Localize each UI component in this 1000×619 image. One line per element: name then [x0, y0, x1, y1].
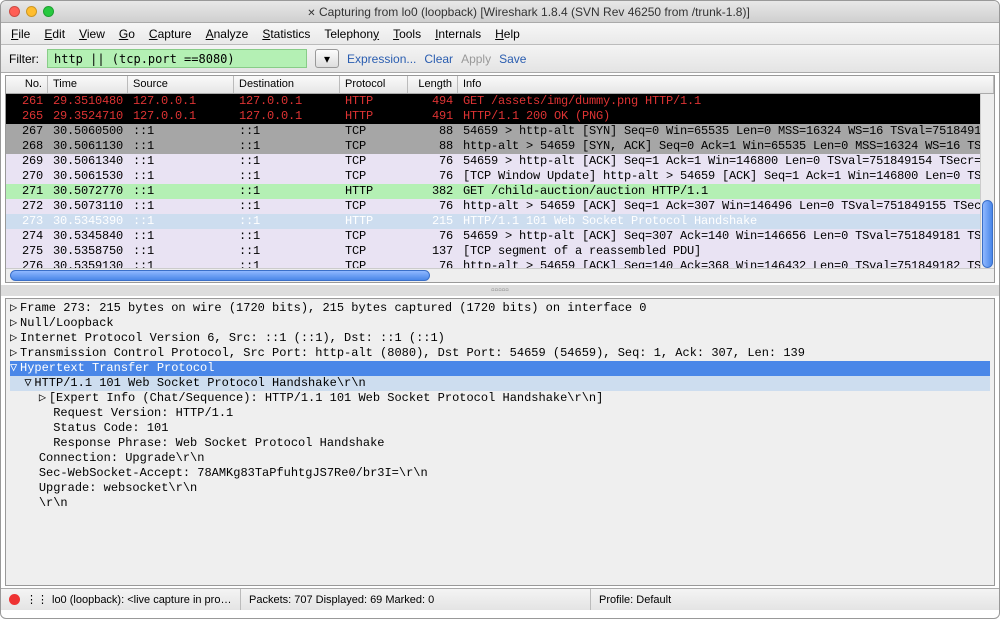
vertical-scrollbar[interactable]: [980, 94, 994, 268]
col-protocol[interactable]: Protocol: [340, 76, 408, 93]
menubar: File Edit View Go Capture Analyze Statis…: [1, 23, 999, 45]
col-destination[interactable]: Destination: [234, 76, 340, 93]
filter-label: Filter:: [9, 52, 39, 66]
expand-icon[interactable]: ▷: [10, 346, 20, 361]
collapse-icon[interactable]: ▽: [24, 376, 34, 391]
table-row[interactable]: 27230.5073110::1::1TCP76http-alt > 54659…: [6, 199, 994, 214]
tree-tcp[interactable]: ▷Transmission Control Protocol, Src Port…: [10, 346, 990, 361]
expand-icon[interactable]: ▷: [10, 301, 20, 316]
tree-req-ver[interactable]: Request Version: HTTP/1.1: [10, 406, 990, 421]
menu-tools[interactable]: Tools: [393, 27, 421, 41]
tree-null[interactable]: ▷Null/Loopback: [10, 316, 990, 331]
menu-file[interactable]: File: [11, 27, 30, 41]
tree-crlf[interactable]: \r\n: [10, 496, 990, 511]
packet-details-pane[interactable]: ▷Frame 273: 215 bytes on wire (1720 bits…: [5, 298, 995, 586]
menu-statistics[interactable]: Statistics: [262, 27, 310, 41]
zoom-icon[interactable]: [43, 6, 54, 17]
col-length[interactable]: Length: [408, 76, 458, 93]
tree-resp-phrase[interactable]: Response Phrase: Web Socket Protocol Han…: [10, 436, 990, 451]
tree-expert[interactable]: ▷[Expert Info (Chat/Sequence): HTTP/1.1 …: [10, 391, 990, 406]
record-icon[interactable]: [9, 594, 20, 605]
packet-list-header[interactable]: No. Time Source Destination Protocol Len…: [6, 76, 994, 94]
col-time[interactable]: Time: [48, 76, 128, 93]
col-info[interactable]: Info: [458, 76, 994, 93]
status-profile[interactable]: Profile: Default: [591, 589, 999, 610]
menu-telephony[interactable]: Telephony: [324, 27, 379, 41]
tree-connection[interactable]: Connection: Upgrade\r\n: [10, 451, 990, 466]
close-icon[interactable]: [9, 6, 20, 17]
pane-resize-handle[interactable]: ▫▫▫▫▫: [1, 285, 999, 296]
table-row[interactable]: 26830.5061130::1::1TCP88http-alt > 54659…: [6, 139, 994, 154]
expand-icon[interactable]: ▷: [10, 316, 20, 331]
menu-go[interactable]: Go: [119, 27, 135, 41]
save-button[interactable]: Save: [499, 52, 526, 66]
tree-status-code[interactable]: Status Code: 101: [10, 421, 990, 436]
table-row[interactable]: 26129.3510480127.0.0.1127.0.0.1HTTP494GE…: [6, 94, 994, 109]
apply-button[interactable]: Apply: [461, 52, 491, 66]
tree-sec[interactable]: Sec-WebSocket-Accept: 78AMKg83TaPfuhtgJS…: [10, 466, 990, 481]
tree-http[interactable]: ▽Hypertext Transfer Protocol: [10, 361, 990, 376]
status-packets: Packets: 707 Displayed: 69 Marked: 0: [241, 589, 591, 610]
menu-view[interactable]: View: [79, 27, 105, 41]
table-row[interactable]: 27430.5345840::1::1TCP7654659 > http-alt…: [6, 229, 994, 244]
tree-frame[interactable]: ▷Frame 273: 215 bytes on wire (1720 bits…: [10, 301, 990, 316]
table-row[interactable]: 27130.5072770::1::1HTTP382GET /child-auc…: [6, 184, 994, 199]
table-row[interactable]: 27330.5345390::1::1HTTP215HTTP/1.1 101 W…: [6, 214, 994, 229]
menu-internals[interactable]: Internals: [435, 27, 481, 41]
minimize-icon[interactable]: [26, 6, 37, 17]
collapse-icon[interactable]: ▽: [10, 361, 20, 376]
expand-icon[interactable]: ▷: [10, 331, 20, 346]
col-source[interactable]: Source: [128, 76, 234, 93]
status-interface: lo0 (loopback): <live capture in pro…: [52, 594, 231, 606]
table-row[interactable]: 26730.5060500::1::1TCP8854659 > http-alt…: [6, 124, 994, 139]
filter-dropdown[interactable]: ▾: [315, 49, 339, 68]
col-no[interactable]: No.: [6, 76, 48, 93]
menu-edit[interactable]: Edit: [44, 27, 65, 41]
horizontal-scrollbar[interactable]: [6, 268, 994, 282]
chevron-down-icon: ▾: [324, 52, 330, 66]
expand-icon[interactable]: ▷: [39, 391, 49, 406]
table-row[interactable]: 26529.3524710127.0.0.1127.0.0.1HTTP491HT…: [6, 109, 994, 124]
clear-button[interactable]: Clear: [424, 52, 453, 66]
tree-ip[interactable]: ▷Internet Protocol Version 6, Src: ::1 (…: [10, 331, 990, 346]
filter-input[interactable]: [47, 49, 307, 68]
table-row[interactable]: 26930.5061340::1::1TCP7654659 > http-alt…: [6, 154, 994, 169]
menu-help[interactable]: Help: [495, 27, 520, 41]
packet-list-pane: No. Time Source Destination Protocol Len…: [5, 75, 995, 283]
tree-upgrade[interactable]: Upgrade: websocket\r\n: [10, 481, 990, 496]
menu-capture[interactable]: Capture: [149, 27, 192, 41]
window-title: ✕ Capturing from lo0 (loopback) [Wiresha…: [66, 5, 991, 19]
menu-analyze[interactable]: Analyze: [206, 27, 249, 41]
statusbar: ⋮⋮ lo0 (loopback): <live capture in pro……: [1, 588, 999, 610]
table-row[interactable]: 27530.5358750::1::1TCP137[TCP segment of…: [6, 244, 994, 259]
tree-status-line[interactable]: ▽HTTP/1.1 101 Web Socket Protocol Handsh…: [10, 376, 990, 391]
table-row[interactable]: 27030.5061530::1::1TCP76[TCP Window Upda…: [6, 169, 994, 184]
expression-button[interactable]: Expression...: [347, 52, 416, 66]
options-icon[interactable]: ⋮⋮: [26, 593, 48, 606]
